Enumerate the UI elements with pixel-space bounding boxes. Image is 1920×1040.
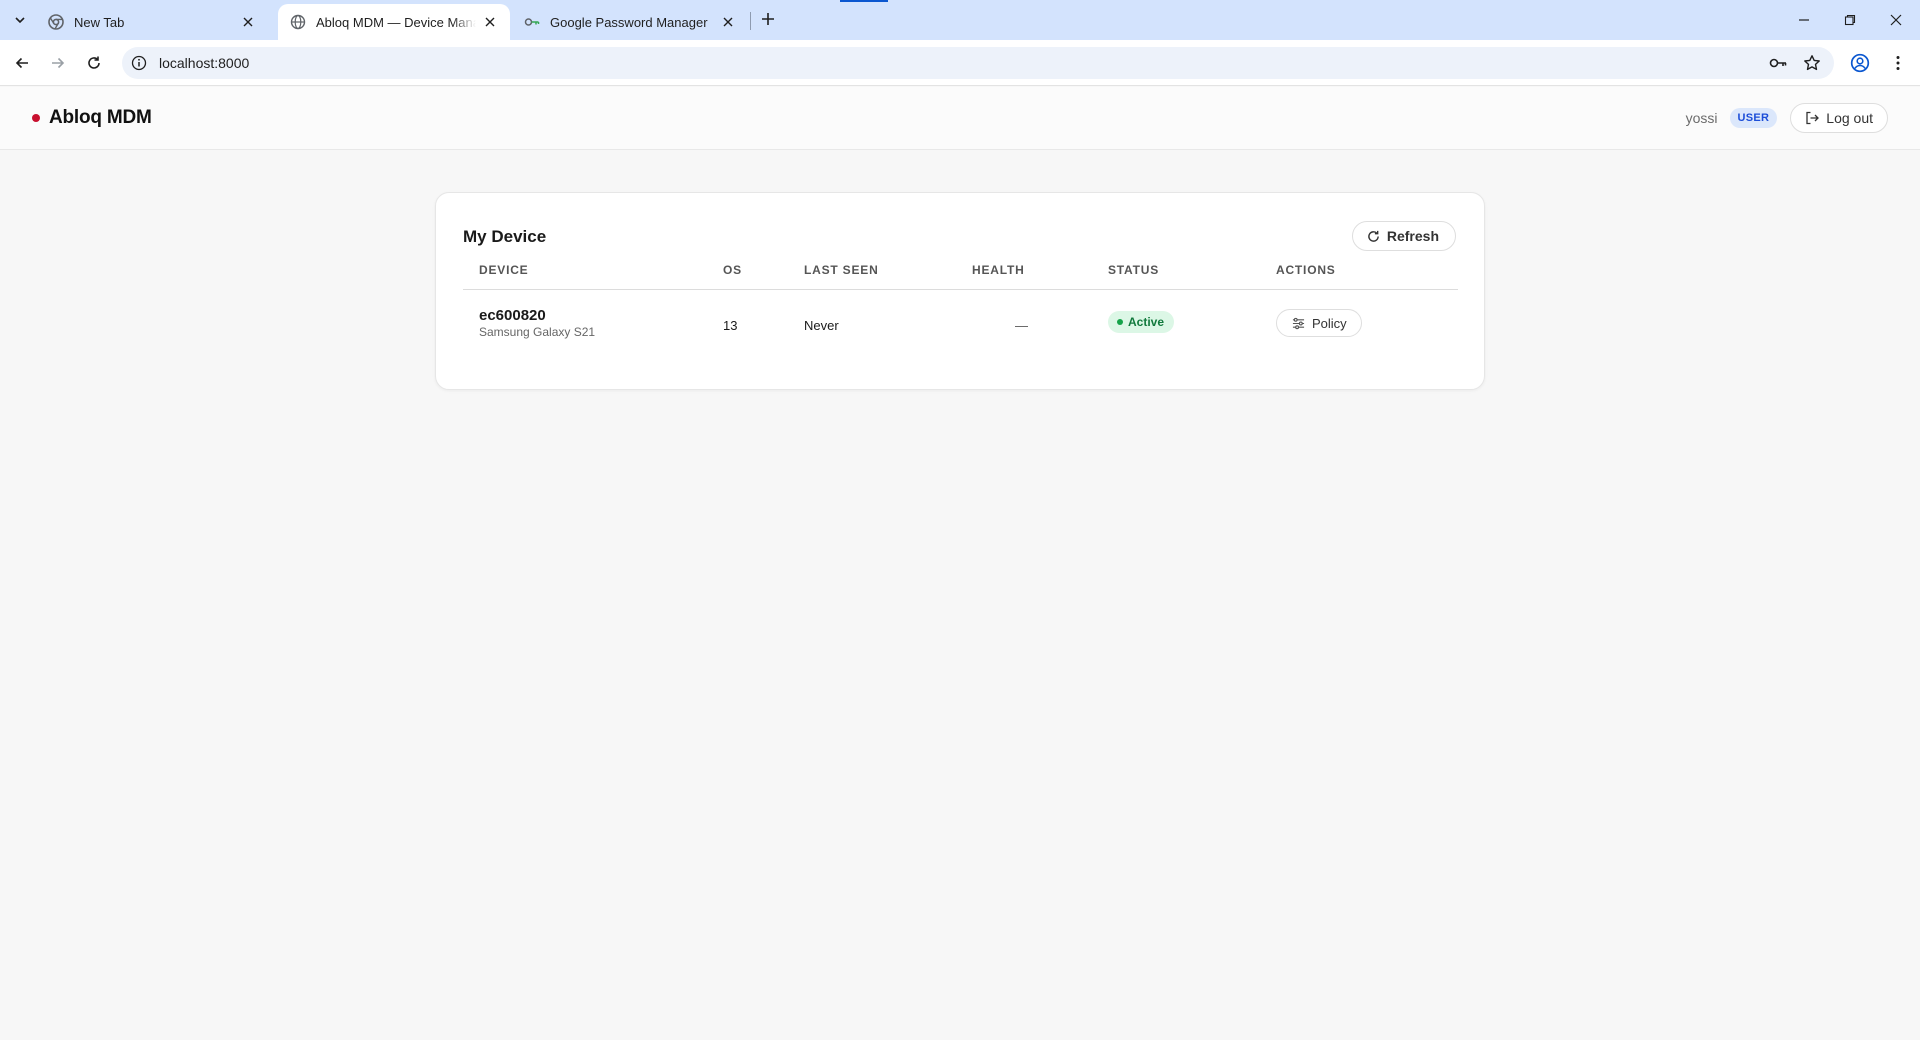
reload-button[interactable] <box>82 51 106 75</box>
bookmark-star-icon[interactable] <box>1802 53 1822 73</box>
arrow-left-icon <box>15 57 28 69</box>
tab-abloq-mdm[interactable]: Abloq MDM — Device Management <box>278 4 510 40</box>
device-health: — <box>1015 318 1028 333</box>
column-header-last-seen: LAST SEEN <box>804 263 879 277</box>
brand-dot <box>32 114 40 122</box>
browser-tab-strip: New Tab Abloq MDM — Device Management Go… <box>0 0 1920 40</box>
restore-icon <box>1844 14 1856 26</box>
new-tab-button[interactable] <box>758 9 778 29</box>
sliders-icon <box>1291 316 1305 330</box>
password-key-icon[interactable] <box>1768 53 1788 73</box>
arrow-right-icon <box>52 57 65 69</box>
globe-icon <box>290 14 306 30</box>
logout-button[interactable]: Log out <box>1790 103 1888 133</box>
site-info-icon[interactable] <box>131 55 147 71</box>
refresh-icon <box>1367 229 1381 243</box>
minimize-icon <box>1799 19 1809 21</box>
tab-new-tab[interactable]: New Tab <box>36 4 268 40</box>
status-label: Active <box>1128 315 1165 329</box>
key-icon <box>524 14 540 30</box>
plus-icon <box>762 13 774 25</box>
close-tab-icon[interactable] <box>240 14 256 30</box>
user-area: yossi USER Log out <box>1686 103 1888 133</box>
device-model: Samsung Galaxy S21 <box>479 325 596 339</box>
tab-loading-indicator <box>840 0 888 2</box>
column-header-device: DEVICE <box>479 263 529 277</box>
column-header-status: STATUS <box>1108 263 1160 277</box>
username: yossi <box>1685 110 1718 126</box>
refresh-button[interactable]: Refresh <box>1351 221 1456 251</box>
role-badge: USER <box>1729 108 1778 128</box>
column-header-actions: ACTIONS <box>1276 263 1336 277</box>
more-vertical-icon <box>1896 56 1900 70</box>
close-tab-icon[interactable] <box>720 14 736 30</box>
my-device-card: My Device Refresh DEVICE OS LAST SEEN HE… <box>435 192 1485 390</box>
close-window-button[interactable] <box>1884 8 1908 32</box>
app-header: Abloq MDM yossi USER Log out <box>0 87 1920 150</box>
minimize-button[interactable] <box>1792 8 1816 32</box>
chevron-down-icon <box>15 17 25 24</box>
tab-title: New Tab <box>74 14 125 30</box>
logout-label: Log out <box>1826 110 1873 126</box>
device-os: 13 <box>723 318 738 333</box>
brand-name: Abloq MDM <box>49 107 152 128</box>
table-row: ec600820 Samsung Galaxy S21 13 Never — A… <box>463 291 1458 361</box>
tab-title: Google Password Manager <box>550 14 708 30</box>
browser-menu-button[interactable] <box>1886 51 1910 75</box>
restore-button[interactable] <box>1838 8 1862 32</box>
profile-button[interactable] <box>1848 51 1872 75</box>
reload-icon <box>88 56 100 69</box>
browser-toolbar: localhost:8000 <box>0 40 1920 86</box>
close-icon <box>1890 14 1902 26</box>
tab-search-button[interactable] <box>10 10 30 30</box>
status-dot <box>1117 319 1123 325</box>
chrome-icon <box>48 14 64 30</box>
url-text: localhost:8000 <box>159 55 250 71</box>
refresh-label: Refresh <box>1386 228 1439 244</box>
device-last-seen: Never <box>804 318 839 333</box>
tab-separator <box>750 12 751 30</box>
status-badge: Active <box>1108 311 1175 333</box>
profile-icon <box>1850 53 1870 73</box>
address-bar[interactable]: localhost:8000 <box>122 47 1834 79</box>
card-title: My Device <box>463 227 547 246</box>
brand-logo[interactable]: Abloq MDM <box>32 107 152 129</box>
forward-button[interactable] <box>46 51 70 75</box>
close-tab-icon[interactable] <box>482 14 498 30</box>
logout-icon <box>1805 111 1820 125</box>
table-header: DEVICE OS LAST SEEN HEALTH STATUS ACTION… <box>463 263 1458 290</box>
tab-title: Abloq MDM — Device Management <box>316 14 476 30</box>
tab-google-password-manager[interactable]: Google Password Manager <box>512 4 748 40</box>
policy-button[interactable]: Policy <box>1276 309 1362 337</box>
device-id: ec600820 <box>479 307 546 324</box>
policy-label: Policy <box>1312 315 1347 331</box>
column-header-os: OS <box>723 263 742 277</box>
column-header-health: HEALTH <box>972 263 1025 277</box>
back-button[interactable] <box>10 51 34 75</box>
